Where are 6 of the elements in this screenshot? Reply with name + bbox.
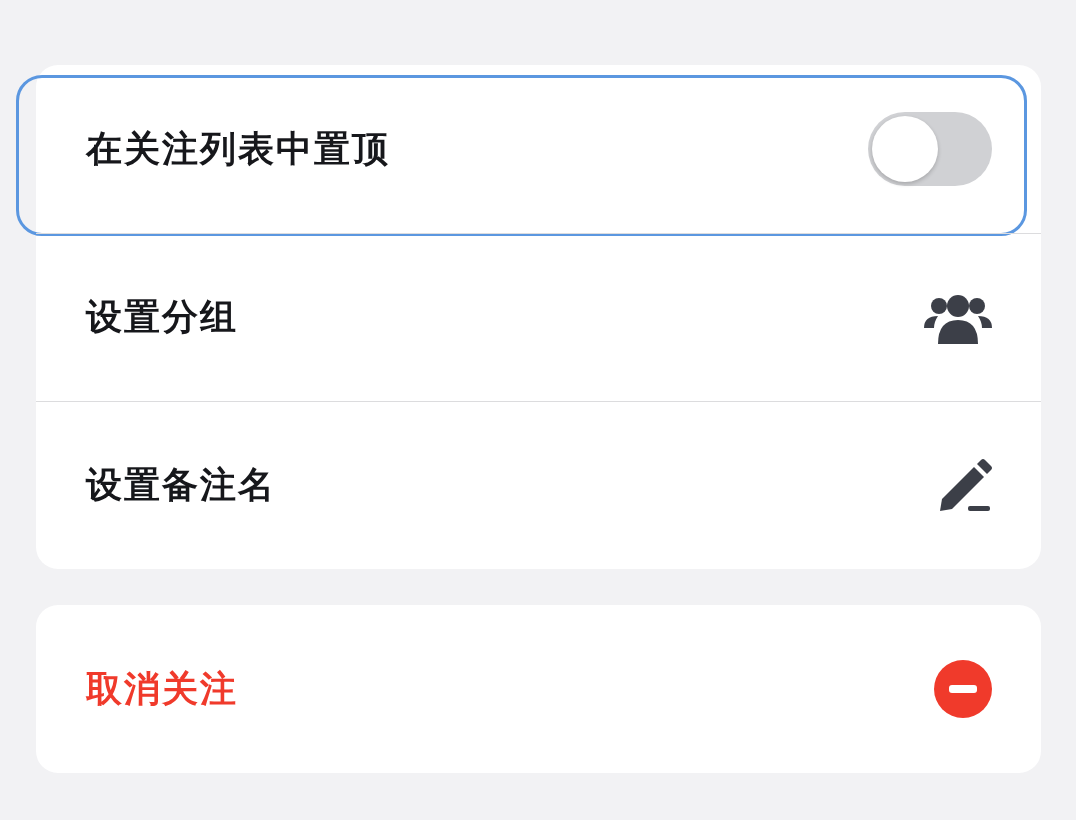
row-label[interactable]: 设置备注名 xyxy=(86,461,276,510)
row-label[interactable]: 取消关注 xyxy=(86,664,238,714)
row-label[interactable]: 在关注列表中置顶 xyxy=(86,124,390,174)
minus-circle-icon[interactable] xyxy=(934,660,992,718)
pencil-icon[interactable] xyxy=(938,458,992,513)
row-label[interactable]: 设置分组 xyxy=(86,293,238,342)
